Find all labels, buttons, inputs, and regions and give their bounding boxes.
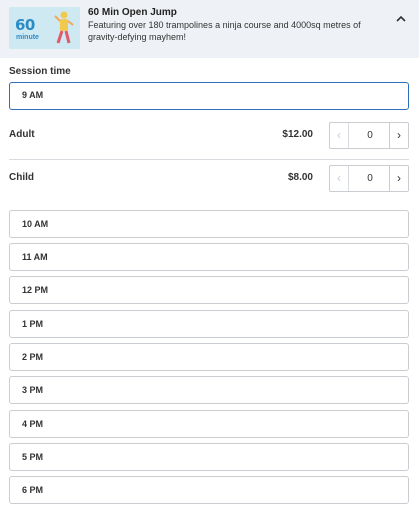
thumbnail-unit: minute bbox=[16, 34, 39, 41]
quantity-stepper: ‹ 0 › bbox=[329, 122, 409, 149]
selected-session-field[interactable]: 9 AM bbox=[9, 82, 409, 110]
session-option-1pm[interactable]: 1 PM bbox=[9, 310, 409, 338]
product-description: Featuring over 180 trampolines a ninja c… bbox=[88, 20, 361, 42]
decrement-button[interactable]: ‹ bbox=[330, 166, 349, 191]
session-option-11am[interactable]: 11 AM bbox=[9, 243, 409, 271]
session-option-3pm[interactable]: 3 PM bbox=[9, 376, 409, 404]
session-option-6pm[interactable]: 6 PM bbox=[9, 476, 409, 504]
quantity-stepper: ‹ 0 › bbox=[329, 165, 409, 192]
product-title: 60 Min Open Jump bbox=[88, 7, 177, 18]
product-thumbnail: 60 minute bbox=[9, 7, 80, 49]
session-option-5pm[interactable]: 5 PM bbox=[9, 443, 409, 471]
session-option-10am[interactable]: 10 AM bbox=[9, 210, 409, 238]
decrement-button[interactable]: ‹ bbox=[330, 123, 349, 148]
session-option-4pm[interactable]: 4 PM bbox=[9, 410, 409, 438]
ticket-price: $12.00 bbox=[282, 129, 313, 140]
quantity-input[interactable]: 0 bbox=[350, 166, 390, 191]
jumper-figure-icon bbox=[54, 11, 74, 44]
ticket-name: Child bbox=[9, 172, 34, 183]
session-option-2pm[interactable]: 2 PM bbox=[9, 343, 409, 371]
ticket-row-child: Child $8.00 ‹ 0 › bbox=[9, 159, 409, 199]
booking-panel: Session time 9 AM Adult $12.00 ‹ 0 › Chi… bbox=[0, 58, 419, 516]
product-header[interactable]: 60 minute 60 Min Open Jump Featuring ove… bbox=[0, 0, 419, 58]
chevron-up-icon[interactable] bbox=[395, 14, 407, 24]
ticket-price: $8.00 bbox=[287, 172, 313, 183]
session-time-label: Session time bbox=[9, 66, 71, 77]
thumbnail-number: 60 bbox=[15, 16, 35, 34]
session-option-12pm[interactable]: 12 PM bbox=[9, 276, 409, 304]
increment-button[interactable]: › bbox=[389, 123, 408, 148]
quantity-input[interactable]: 0 bbox=[350, 123, 390, 148]
ticket-name: Adult bbox=[9, 129, 35, 140]
increment-button[interactable]: › bbox=[389, 166, 408, 191]
ticket-row-adult: Adult $12.00 ‹ 0 › bbox=[9, 116, 409, 156]
